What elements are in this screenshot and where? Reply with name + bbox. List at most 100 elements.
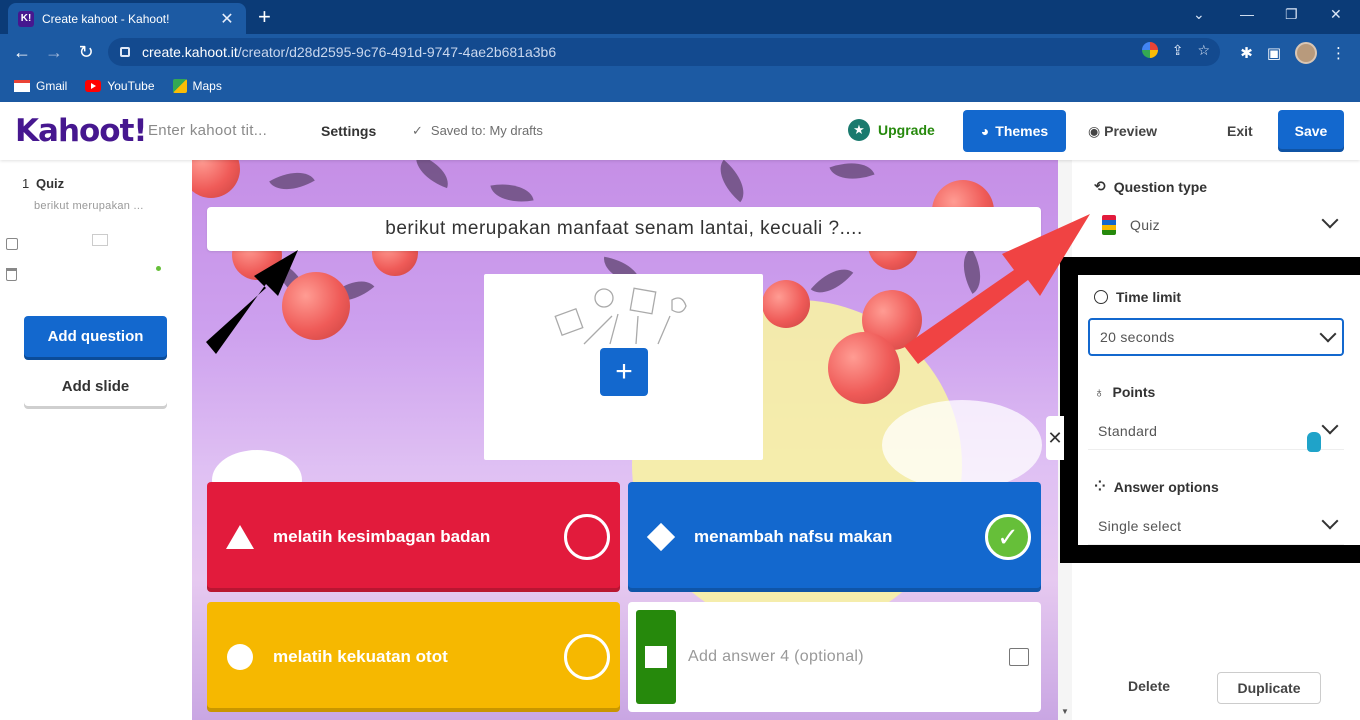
add-slide-button[interactable]: Add slide — [24, 366, 167, 406]
exit-button[interactable]: Exit — [1227, 123, 1253, 139]
answer-image-icon[interactable] — [1009, 648, 1029, 666]
bookmark-star-icon[interactable]: ☆ — [1197, 42, 1210, 59]
address-bar[interactable]: create.kahoot.it/creator/d28d2595-9c76-4… — [108, 38, 1220, 66]
share-icon[interactable]: ⇪ — [1172, 42, 1184, 59]
chevron-down-icon — [1321, 211, 1339, 229]
triangle-icon — [226, 525, 254, 549]
bookmark-gmail[interactable]: Gmail — [14, 79, 67, 93]
background-berry — [192, 160, 240, 198]
thumbnail-image-icon — [92, 234, 108, 246]
browser-tab[interactable]: K! Create kahoot - Kahoot! ✕ — [8, 3, 246, 34]
profile-avatar[interactable] — [1295, 42, 1317, 64]
delete-button[interactable]: Delete — [1128, 678, 1170, 694]
tab-search-icon[interactable]: ⌄ — [1193, 6, 1205, 23]
background-berry — [762, 280, 810, 328]
answer-1[interactable]: melatih kesimbagan badan — [207, 482, 620, 592]
youtube-icon — [85, 80, 102, 92]
question-canvas: berikut merupakan manfaat senam lantai, … — [192, 160, 1058, 720]
time-limit-label: Time limit — [1094, 289, 1181, 305]
answer-options-label: ⁘ Answer options — [1094, 478, 1219, 495]
points-label: ♁ Points — [1094, 384, 1156, 400]
background-leaf — [952, 248, 992, 294]
browser-tab-bar: K! Create kahoot - Kahoot! ✕ + ⌄ — ❐ ✕ — [0, 0, 1360, 34]
answer-1-text[interactable]: melatih kesimbagan badan — [273, 527, 564, 547]
question-type-select[interactable]: Quiz — [1088, 206, 1344, 244]
answer-4[interactable]: Add answer 4 (optional) — [628, 602, 1041, 712]
answer-2-text[interactable]: menambah nafsu makan — [694, 527, 985, 547]
scroll-down-icon[interactable]: ▼ — [1061, 707, 1069, 716]
square-icon — [645, 646, 667, 668]
background-leaf — [810, 258, 854, 304]
question-input[interactable]: berikut merupakan manfaat senam lantai, … — [207, 207, 1041, 251]
background-leaf — [409, 160, 455, 189]
bookmark-youtube[interactable]: YouTube — [85, 79, 155, 93]
browser-toolbar: ← → ↻ create.kahoot.it/creator/d28d2595-… — [0, 34, 1360, 70]
restore-icon[interactable]: ❐ — [1285, 6, 1298, 23]
kahoot-logo[interactable]: Kahoot! — [15, 113, 148, 149]
add-question-button[interactable]: Add question — [24, 316, 167, 357]
settings-button[interactable]: Settings — [321, 123, 376, 139]
google-lens-icon[interactable] — [1141, 42, 1158, 58]
answer-2[interactable]: menambah nafsu makan ✓ — [628, 482, 1041, 592]
media-upload-area[interactable]: + — [484, 274, 763, 460]
new-tab-icon[interactable]: + — [258, 4, 271, 30]
side-panel-icon[interactable]: ▣ — [1267, 44, 1281, 62]
bookmarks-bar: Gmail YouTube Maps — [0, 70, 1360, 102]
kahoot-header: Kahoot! Enter kahoot tit... Settings ✓ Sa… — [0, 102, 1360, 160]
browser-menu-icon[interactable]: ⋮ — [1331, 44, 1346, 62]
answer-3[interactable]: melatih kekuatan otot — [207, 602, 620, 712]
upgrade-button[interactable]: ★ Upgrade — [848, 119, 935, 141]
url-host: create.kahoot.it — [142, 44, 238, 60]
close-window-icon[interactable]: ✕ — [1330, 6, 1342, 23]
quiz-type-icon — [1102, 215, 1116, 235]
answer-options-icon: ⁘ — [1094, 478, 1106, 494]
kahoot-favicon-icon: K! — [18, 10, 34, 27]
tab-close-icon[interactable]: ✕ — [218, 9, 236, 29]
gmail-icon — [14, 80, 30, 92]
palette-icon: ◕ — [980, 123, 990, 139]
background-leaf — [829, 160, 875, 189]
background-berry — [282, 272, 350, 340]
time-limit-select[interactable]: 20 seconds — [1088, 318, 1344, 356]
reload-icon[interactable]: ↻ — [70, 42, 102, 63]
eye-icon: ◉ — [1088, 123, 1101, 139]
chevron-down-icon — [1321, 512, 1339, 530]
extensions-icon[interactable]: ✱ — [1240, 44, 1253, 62]
chevron-down-icon — [1321, 417, 1339, 435]
themes-button[interactable]: ◕ Themes — [963, 110, 1066, 152]
hand-cursor-icon — [1307, 432, 1321, 452]
slides-sidebar: 1 Quiz berikut merupakan ... Add questio… — [0, 160, 192, 720]
background-leaf — [490, 178, 534, 208]
kahoot-title-input[interactable]: Enter kahoot tit... — [148, 122, 267, 139]
answer-1-correct-toggle[interactable] — [564, 514, 610, 560]
points-select[interactable]: Standard — [1088, 412, 1344, 450]
answer-3-correct-toggle[interactable] — [564, 634, 610, 680]
media-illustration-icon — [554, 287, 687, 345]
duplicate-button[interactable]: Duplicate — [1217, 672, 1321, 704]
delete-slide-icon[interactable] — [6, 268, 17, 281]
url-path: /creator/d28d2595-9c76-491d-9747-4ae2b68… — [237, 44, 557, 60]
collapse-panel-icon[interactable]: ✕ — [1046, 416, 1064, 460]
preview-button[interactable]: ◉ Preview — [1088, 123, 1157, 140]
duplicate-slide-icon[interactable] — [6, 238, 18, 250]
lock-icon — [120, 47, 130, 57]
maps-icon — [172, 79, 187, 93]
background-berry — [828, 332, 900, 404]
minimize-icon[interactable]: — — [1240, 6, 1254, 22]
slide-preview-text[interactable]: berikut merupakan ... — [34, 200, 144, 212]
check-icon: ✓ — [412, 123, 423, 138]
add-media-button[interactable]: + — [600, 348, 648, 396]
save-button[interactable]: Save — [1278, 110, 1344, 152]
back-icon[interactable]: ← — [6, 42, 38, 63]
slide-type[interactable]: Quiz — [36, 176, 64, 191]
bookmark-maps[interactable]: Maps — [172, 79, 222, 93]
question-type-icon: ⟲ — [1094, 178, 1106, 194]
answer-4-input[interactable]: Add answer 4 (optional) — [688, 648, 1009, 666]
star-icon: ★ — [848, 119, 870, 141]
clock-icon — [1094, 290, 1108, 304]
forward-icon[interactable]: → — [38, 42, 70, 63]
chevron-down-icon — [1319, 325, 1337, 343]
answer-2-correct-toggle[interactable]: ✓ — [985, 514, 1031, 560]
answer-3-text[interactable]: melatih kekuatan otot — [273, 647, 564, 667]
answer-options-select[interactable]: Single select — [1088, 507, 1344, 545]
